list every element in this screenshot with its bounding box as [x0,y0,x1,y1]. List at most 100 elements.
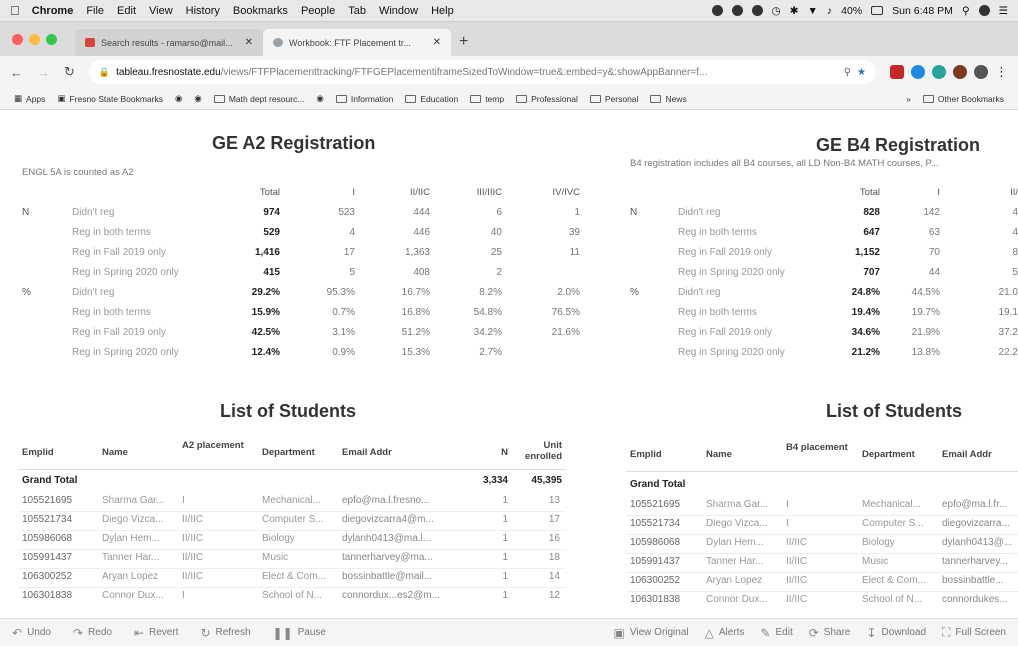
tab-close-icon[interactable]: ✕ [245,37,253,48]
back-icon[interactable]: ← [10,65,23,80]
alerts-button[interactable]: △ Alerts [705,626,745,640]
notification-center-icon[interactable]: ☰ [999,5,1008,17]
bookmark-more-icon[interactable]: » [906,94,911,104]
menu-tab[interactable]: Tab [348,5,366,17]
menu-history[interactable]: History [186,5,220,17]
reg-cell[interactable]: 8 [958,247,1018,258]
forward-icon[interactable]: → [37,65,50,80]
tray-app-icon[interactable] [711,5,723,16]
reg-cell[interactable]: 70 [880,247,940,258]
emplid-cell[interactable]: 106300252 [22,571,72,582]
reg-cell[interactable]: 415 [220,267,280,278]
reg-cell[interactable]: 24.8% [820,287,880,298]
col-emplid[interactable]: Emplid [630,449,662,460]
reg-cell[interactable]: 529 [220,227,280,238]
reg-cell[interactable]: 0.9% [295,347,355,358]
extension-icon[interactable] [890,65,904,79]
reg-cell[interactable]: 2.7% [442,347,502,358]
bookmark-site-3[interactable]: ◉ [316,93,323,104]
zoom-window-icon[interactable] [46,33,57,45]
reg-cell[interactable]: 22.2 [958,347,1018,358]
reg-cell[interactable]: 11 [520,247,580,258]
reg-cell[interactable]: 3.1% [295,327,355,338]
col-name[interactable]: Name [102,447,128,458]
reg-cell[interactable]: 523 [295,207,355,218]
reg-cell[interactable]: 40 [442,227,502,238]
reg-cell[interactable]: 0.7% [295,307,355,318]
col-department[interactable]: Department [262,447,315,458]
reg-cell[interactable]: 4 [958,227,1018,238]
emplid-cell[interactable]: 105991437 [22,552,72,563]
reg-cell[interactable]: 446 [370,227,430,238]
reg-cell[interactable]: 444 [370,207,430,218]
reg-cell[interactable]: 44.5% [880,287,940,298]
tray-shield-icon[interactable] [731,5,743,16]
reg-col-header[interactable]: Total [220,187,280,198]
full-screen-button[interactable]: ⛶ Full Screen [942,625,1006,640]
reg-cell[interactable]: 13.8% [880,347,940,358]
battery-percent[interactable]: 40% [841,5,862,17]
reg-cell[interactable]: 8.2% [442,287,502,298]
emplid-cell[interactable]: 105521734 [630,518,680,529]
reg-cell[interactable]: 2 [442,267,502,278]
chrome-menu-icon[interactable]: ⋮ [995,64,1008,80]
reg-col-header[interactable]: Total [820,187,880,198]
new-tab-icon[interactable]: + [459,33,468,51]
reg-cell[interactable]: 34.2% [442,327,502,338]
reg-cell[interactable]: 25 [442,247,502,258]
download-button[interactable]: ↧ Download [866,626,926,640]
reg-cell[interactable]: 17 [295,247,355,258]
bookmark-site-2[interactable]: ◉ [194,93,201,104]
bookmark-apps[interactable]: ▦ Apps [14,93,45,104]
reg-cell[interactable]: 4 [958,207,1018,218]
reg-cell[interactable]: 15.9% [220,307,280,318]
emplid-cell[interactable]: 105521695 [22,495,72,506]
wifi-icon[interactable]: ▼ [808,5,818,17]
reg-cell[interactable]: 5 [958,267,1018,278]
reg-cell[interactable]: 42.5% [220,327,280,338]
reg-cell[interactable]: 37.2 [958,327,1018,338]
volume-icon[interactable]: ♪ [827,5,832,17]
reg-cell[interactable]: 95.3% [295,287,355,298]
emplid-cell[interactable]: 105986068 [22,533,72,544]
reg-col-header[interactable]: I [295,187,355,198]
reg-cell[interactable]: 142 [880,207,940,218]
reg-cell[interactable]: 5 [295,267,355,278]
col-a2-placement[interactable]: A2 placement [182,440,244,451]
reg-cell[interactable]: 974 [220,207,280,218]
edit-button[interactable]: ✎ Edit [760,626,792,640]
bookmark-fresno-state[interactable]: ▣ Fresno State Bookmarks [57,93,163,104]
reg-cell[interactable]: 16.8% [370,307,430,318]
col-department[interactable]: Department [862,449,915,460]
bluetooth-icon[interactable]: ✱ [790,5,799,17]
bookmark-other[interactable]: Other Bookmarks [922,94,1004,104]
apple-icon[interactable]:  [10,3,20,18]
bookmark-temp[interactable]: temp [470,94,504,104]
menu-window[interactable]: Window [379,5,418,17]
bookmark-information[interactable]: Information [335,94,393,104]
extension-icon[interactable] [932,65,946,79]
bookmark-site-1[interactable]: ◉ [175,93,182,104]
extension-icon[interactable] [974,65,988,79]
zoom-icon[interactable]: ⚲ [844,67,851,78]
reg-cell[interactable]: 1,363 [370,247,430,258]
tab-tableau-workbook[interactable]: Workbook: FTF Placement tr... ✕ [263,29,451,56]
bookmark-star-icon[interactable]: ★ [857,67,866,78]
menu-people[interactable]: People [301,5,335,17]
reg-cell[interactable]: 2.0% [520,287,580,298]
col-email[interactable]: Email Addr [342,447,392,458]
emplid-cell[interactable]: 105991437 [630,556,680,567]
bookmark-math-dept[interactable]: Math dept resourc... [213,94,304,104]
profile-avatar[interactable] [953,65,967,79]
reg-col-header[interactable]: III/IIIC [442,187,502,198]
tray-cloud-icon[interactable] [751,5,763,16]
reg-col-header[interactable]: IV/IVC [520,187,580,198]
time-machine-icon[interactable]: ◷ [772,5,781,17]
refresh-button[interactable]: ↻ Refresh [200,626,250,640]
col-unit-enrolled[interactable]: Unit enrolled [512,440,562,462]
pause-button[interactable]: ❚❚ Pause [273,626,326,640]
emplid-cell[interactable]: 106301838 [22,590,72,601]
reg-cell[interactable]: 19.1 [958,307,1018,318]
reg-cell[interactable]: 21.0 [958,287,1018,298]
emplid-cell[interactable]: 106300252 [630,575,680,586]
